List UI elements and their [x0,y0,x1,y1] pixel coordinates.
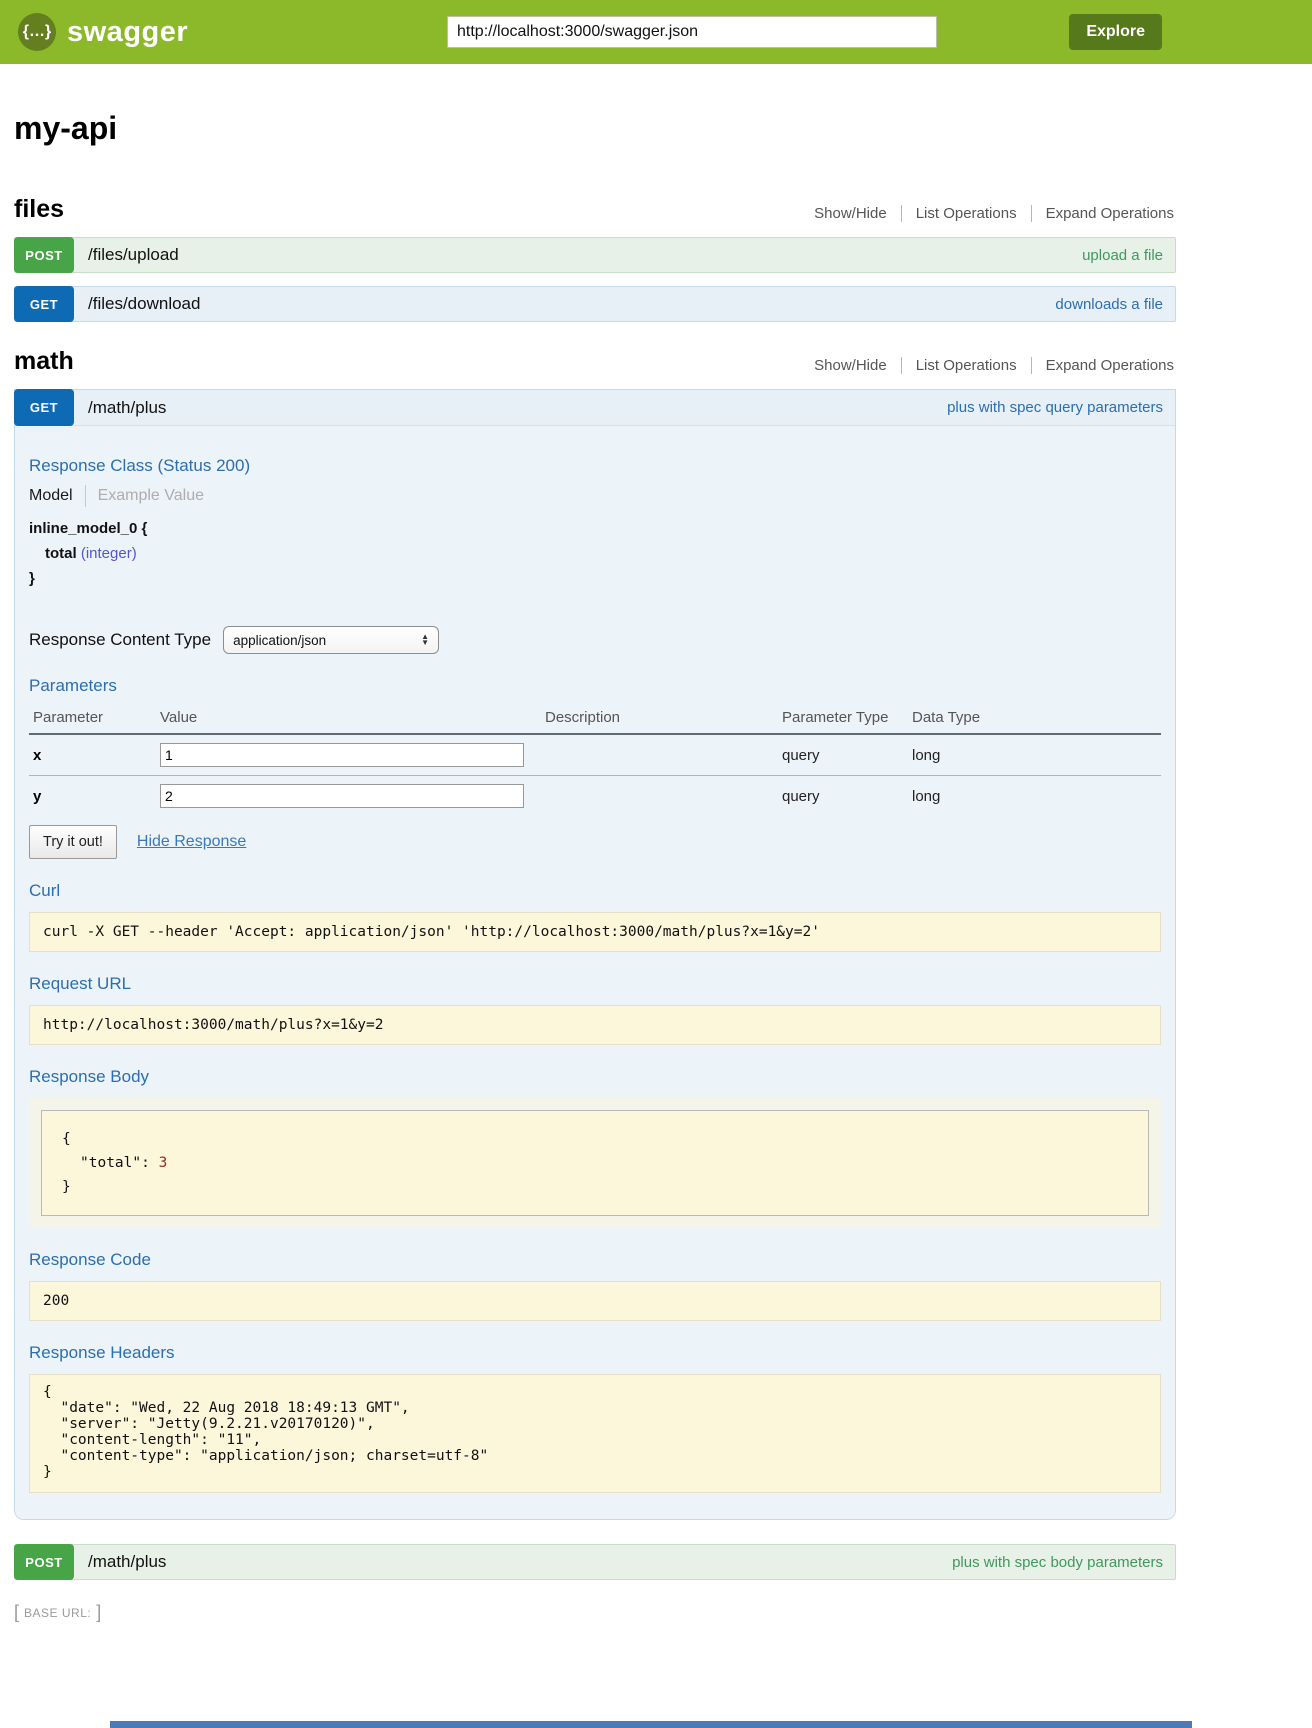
curl-command-box: curl -X GET --header 'Accept: applicatio… [29,912,1161,952]
param-row-x: x query long [29,734,1161,776]
response-headers-box: { "date": "Wed, 22 Aug 2018 18:49:13 GMT… [29,1374,1161,1493]
response-content-type-row: Response Content Type application/json ▲… [29,626,1161,654]
files-section-controls: Show/Hide List Operations Expand Operati… [800,205,1176,222]
parameters-heading: Parameters [29,676,1161,696]
math-expand-operations-link[interactable]: Expand Operations [1031,357,1176,374]
op-row-post-files-upload[interactable]: POST /files/upload upload a file [14,237,1176,273]
param-x-type: query [778,734,908,776]
param-y-data-type: long [908,776,1161,817]
model-open-line: inline_model_0 { [29,520,1161,538]
post-method-badge: POST [14,237,74,273]
files-list-operations-link[interactable]: List Operations [901,205,1031,222]
math-section-title[interactable]: math [14,347,74,376]
response-headers-heading: Response Headers [29,1343,1161,1363]
swagger-logo-icon: {…} [18,13,56,51]
base-url-footer: [ BASE URL: ] [14,1602,1176,1623]
select-arrows-icon: ▲ ▼ [421,634,429,646]
base-url-close-bracket: ] [96,1602,101,1623]
response-body-close-brace: } [62,1175,1128,1199]
swagger-logo-text: swagger [67,16,188,49]
model-property: total (integer) [45,545,1161,563]
response-body-heading: Response Body [29,1067,1161,1087]
op-path-post-math-plus[interactable]: /math/plus [88,1552,166,1572]
parameters-table: Parameter Value Description Parameter Ty… [29,702,1161,816]
topbar: {…} swagger Explore [0,0,1312,64]
files-section-title[interactable]: files [14,195,64,224]
files-show-hide-link[interactable]: Show/Hide [800,205,901,222]
op-row-get-files-download[interactable]: GET /files/download downloads a file [14,286,1176,322]
hide-response-link[interactable]: Hide Response [137,833,246,851]
param-row-y: y query long [29,776,1161,817]
model-property-type: (integer) [81,545,137,562]
model-signature: inline_model_0 { total (integer) } [29,520,1161,588]
response-content-type-value: application/json [233,633,326,648]
param-y-description [541,776,778,817]
get-method-badge: GET [14,389,74,426]
col-header-parameter-type: Parameter Type [778,702,908,734]
response-body-key: "total": [80,1155,150,1171]
response-body-entry: "total": 3 [62,1151,1128,1175]
response-content-type-select[interactable]: application/json ▲ ▼ [223,626,439,654]
math-show-hide-link[interactable]: Show/Hide [800,357,901,374]
bottom-clipped-element [110,1721,1192,1728]
tab-example-value[interactable]: Example Value [98,487,204,505]
col-header-value: Value [156,702,541,734]
response-code-box: 200 [29,1281,1161,1321]
math-section-controls: Show/Hide List Operations Expand Operati… [800,357,1176,374]
curl-heading: Curl [29,881,1161,901]
response-class-heading: Response Class (Status 200) [29,456,1161,476]
op-path-math-plus[interactable]: /math/plus [88,398,166,418]
param-y-type: query [778,776,908,817]
files-section-header: files Show/Hide List Operations Expand O… [14,195,1176,224]
base-url-label: BASE URL: [24,1606,91,1620]
spec-url-input[interactable] [447,16,937,48]
model-property-name: total [45,545,77,562]
model-close-line: } [29,570,1161,588]
tab-divider [85,485,86,507]
op-row-post-math-plus[interactable]: POST /math/plus plus with spec body para… [14,1544,1176,1580]
get-method-badge: GET [14,286,74,322]
op-summary-files-upload[interactable]: upload a file [1082,247,1163,264]
param-x-data-type: long [908,734,1161,776]
col-header-parameter: Parameter [29,702,156,734]
math-section-header: math Show/Hide List Operations Expand Op… [14,347,1176,376]
post-method-badge: POST [14,1544,74,1580]
math-list-operations-link[interactable]: List Operations [901,357,1031,374]
param-name-y: y [29,776,156,817]
response-body-box: { "total": 3 } [41,1110,1149,1216]
op-path-files-upload[interactable]: /files/upload [88,245,179,265]
tab-model[interactable]: Model [29,487,73,505]
explore-button[interactable]: Explore [1069,14,1162,50]
parameters-table-header-row: Parameter Value Description Parameter Ty… [29,702,1161,734]
param-x-description [541,734,778,776]
param-name-x: x [29,734,156,776]
api-title: my-api [14,110,1176,147]
swagger-brand-link[interactable]: {…} swagger [18,13,188,51]
op-summary-post-math-plus[interactable]: plus with spec body parameters [952,1554,1163,1571]
try-it-out-row: Try it out! Hide Response [29,825,1161,859]
op-content-get-math-plus: Response Class (Status 200) Model Exampl… [15,426,1175,1519]
files-expand-operations-link[interactable]: Expand Operations [1031,205,1176,222]
response-code-heading: Response Code [29,1250,1161,1270]
model-tabs: Model Example Value [29,485,1161,507]
content: my-api files Show/Hide List Operations E… [14,110,1176,1623]
op-row-get-math-plus[interactable]: GET /math/plus plus with spec query para… [15,390,1175,426]
response-content-type-label: Response Content Type [29,630,211,650]
try-it-out-button[interactable]: Try it out! [29,825,117,859]
param-y-input[interactable] [160,784,524,808]
op-summary-files-download[interactable]: downloads a file [1055,296,1163,313]
col-header-description: Description [541,702,778,734]
op-path-files-download[interactable]: /files/download [88,294,200,314]
response-body-open-brace: { [62,1127,1128,1151]
op-block-get-math-plus: GET /math/plus plus with spec query para… [14,389,1176,1520]
response-body-container: { "total": 3 } [29,1098,1161,1228]
col-header-data-type: Data Type [908,702,1161,734]
op-summary-math-plus[interactable]: plus with spec query parameters [947,399,1163,416]
response-body-value: 3 [159,1155,168,1171]
base-url-open-bracket: [ [14,1602,19,1623]
request-url-box: http://localhost:3000/math/plus?x=1&y=2 [29,1005,1161,1045]
param-x-input[interactable] [160,743,524,767]
request-url-heading: Request URL [29,974,1161,994]
